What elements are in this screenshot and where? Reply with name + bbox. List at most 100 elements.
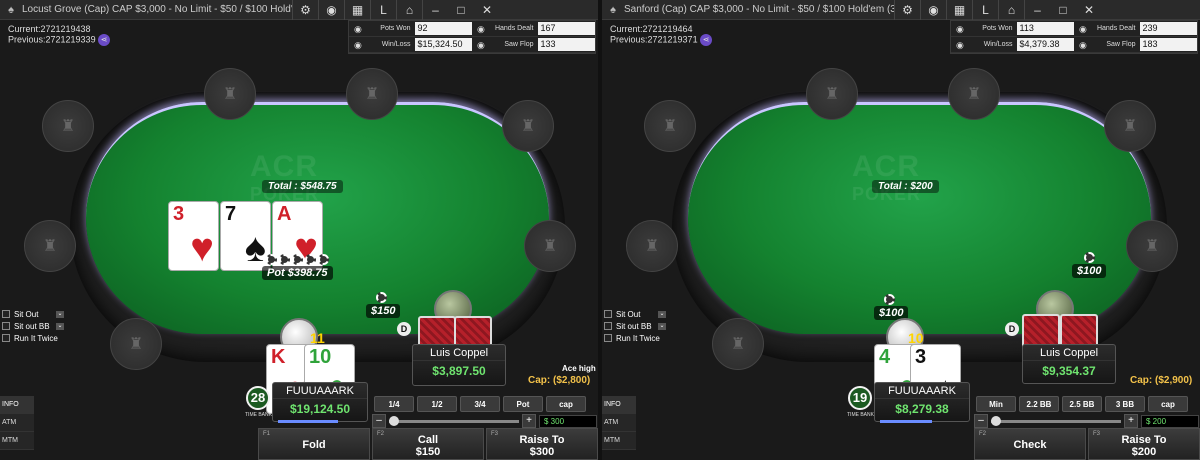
run-it-twice-option[interactable]: Run It Twice	[2, 332, 64, 344]
sit-out-option[interactable]: Sit Out ⌄	[2, 308, 64, 320]
size-button-2-5bb[interactable]: 2.5 BB	[1062, 396, 1102, 412]
sit-out-bb-option[interactable]: Sit out BB ⌄	[2, 320, 64, 332]
cashier-icon[interactable]: ▦	[946, 0, 972, 20]
empty-seat[interactable]: ♜	[204, 68, 256, 120]
board-card-1: 3 ♥	[168, 201, 219, 271]
bet-size-buttons: 1/4 1/2 3/4 Pot cap	[374, 396, 586, 412]
decrease-button[interactable]: –	[974, 414, 988, 428]
close-icon[interactable]: ✕	[1076, 0, 1102, 20]
eye-icon[interactable]: ◉	[920, 0, 946, 20]
eye-icon[interactable]: ◉	[954, 40, 966, 50]
opponent-namebox[interactable]: Luis Coppel $9,354.37	[1022, 344, 1116, 384]
increase-button[interactable]: +	[1124, 414, 1138, 428]
size-button-half[interactable]: 1/2	[417, 396, 457, 412]
empty-seat[interactable]: ♜	[24, 220, 76, 272]
eye-icon[interactable]: ◉	[475, 24, 487, 34]
slider-track[interactable]	[389, 415, 519, 426]
cashier-icon[interactable]: ▦	[344, 0, 370, 20]
opponent-namebox[interactable]: Luis Coppel $3,897.50	[412, 344, 506, 386]
lobby-l-icon[interactable]: L	[972, 0, 998, 20]
empty-seat[interactable]: ♜	[1126, 220, 1178, 272]
home-icon[interactable]: ⌂	[396, 0, 422, 20]
hero-namebox[interactable]: FUUUAAARK $19,124.50	[272, 382, 368, 422]
size-button-3bb[interactable]: 3 BB	[1105, 396, 1145, 412]
title-bar: ♠ Locust Grove (Cap) CAP $3,000 - No Lim…	[0, 0, 598, 20]
decrease-button[interactable]: –	[372, 414, 386, 428]
cap-amount: Cap: ($2,900)	[1130, 375, 1193, 386]
run-it-twice-option[interactable]: Run It Twice	[604, 332, 666, 344]
timebank-label: TIME BANK	[245, 412, 272, 418]
home-icon[interactable]: ⌂	[998, 0, 1024, 20]
settings-gear-icon[interactable]: ⚙	[894, 0, 920, 20]
run-it-twice-checkbox[interactable]	[2, 334, 10, 342]
sit-out-bb-option[interactable]: Sit out BB ⌄	[604, 320, 666, 332]
run-it-twice-checkbox[interactable]	[604, 334, 612, 342]
raise-button[interactable]: F3 Raise To $200	[1088, 428, 1200, 460]
empty-seat[interactable]: ♜	[806, 68, 858, 120]
share-icon[interactable]: ⋖	[98, 34, 111, 46]
previous-hand-id[interactable]: Previous:2721219339	[8, 34, 96, 44]
previous-hand-id[interactable]: Previous:2721219371	[610, 34, 698, 44]
call-button[interactable]: F2 Call $150	[372, 428, 484, 460]
stat-label: Saw Flop	[504, 41, 534, 48]
sit-out-checkbox[interactable]	[2, 310, 10, 318]
size-button-min[interactable]: Min	[976, 396, 1016, 412]
empty-seat[interactable]: ♜	[1104, 100, 1156, 152]
empty-seat[interactable]: ♜	[42, 100, 94, 152]
empty-seat[interactable]: ♜	[346, 68, 398, 120]
action-amount: $150	[415, 446, 441, 458]
hand-history-info: Current:2721219464 Previous:2721219371 ⋖	[610, 24, 713, 46]
eye-icon[interactable]: ◉	[1077, 24, 1089, 34]
eye-icon[interactable]: ◉	[352, 24, 364, 34]
empty-seat[interactable]: ♜	[948, 68, 1000, 120]
close-icon[interactable]: ✕	[474, 0, 500, 20]
slider-knob[interactable]	[389, 415, 399, 426]
fold-button[interactable]: F1 Fold	[258, 428, 370, 460]
empty-seat[interactable]: ♜	[524, 220, 576, 272]
eye-icon[interactable]: ◉	[318, 0, 344, 20]
slider-knob[interactable]	[991, 415, 1001, 426]
stat-label: Hands Dealt	[1096, 25, 1136, 32]
maximize-icon[interactable]: □	[1050, 0, 1076, 20]
mtm-button[interactable]: MTM	[0, 432, 34, 450]
minimize-icon[interactable]: –	[1024, 0, 1050, 20]
hero-namebox[interactable]: FUUUAAARK $8,279.38	[874, 382, 970, 422]
slider-track[interactable]	[991, 415, 1121, 426]
atm-button[interactable]: ATM	[602, 414, 636, 432]
raise-button[interactable]: F3 Raise To $300	[486, 428, 598, 460]
sit-out-bb-checkbox[interactable]	[604, 322, 612, 330]
lobby-l-icon[interactable]: L	[370, 0, 396, 20]
size-button-2-2bb[interactable]: 2.2 BB	[1019, 396, 1059, 412]
eye-icon[interactable]: ◉	[475, 40, 487, 50]
minimize-icon[interactable]: –	[422, 0, 448, 20]
action-label: Fold	[302, 439, 326, 451]
size-button-cap[interactable]: cap	[546, 396, 586, 412]
size-button-quarter[interactable]: 1/4	[374, 396, 414, 412]
empty-seat[interactable]: ♜	[110, 318, 162, 370]
empty-seat[interactable]: ♜	[626, 220, 678, 272]
eye-icon[interactable]: ◉	[954, 24, 966, 34]
mtm-button[interactable]: MTM	[602, 432, 636, 450]
eye-icon[interactable]: ◉	[352, 40, 364, 50]
info-button[interactable]: INFO	[602, 396, 636, 414]
size-button-cap[interactable]: cap	[1148, 396, 1188, 412]
sit-out-option[interactable]: Sit Out ⌄	[604, 308, 666, 320]
increase-button[interactable]: +	[522, 414, 536, 428]
sit-out-bb-checkbox[interactable]	[2, 322, 10, 330]
empty-seat[interactable]: ♜	[502, 100, 554, 152]
empty-seat[interactable]: ♜	[712, 318, 764, 370]
check-button[interactable]: F2 Check	[974, 428, 1086, 460]
maximize-icon[interactable]: □	[448, 0, 474, 20]
size-button-pot[interactable]: Pot	[503, 396, 543, 412]
bet-amount-input[interactable]: $ 200	[1141, 414, 1199, 428]
size-button-three-quarters[interactable]: 3/4	[460, 396, 500, 412]
settings-gear-icon[interactable]: ⚙	[292, 0, 318, 20]
share-icon[interactable]: ⋖	[700, 34, 713, 46]
sit-out-checkbox[interactable]	[604, 310, 612, 318]
atm-button[interactable]: ATM	[0, 414, 34, 432]
info-button[interactable]: INFO	[0, 396, 34, 414]
empty-seat[interactable]: ♜	[644, 100, 696, 152]
table-window-left: ♠ Locust Grove (Cap) CAP $3,000 - No Lim…	[0, 0, 598, 460]
eye-icon[interactable]: ◉	[1077, 40, 1089, 50]
bet-amount-input[interactable]: $ 300	[539, 414, 597, 428]
